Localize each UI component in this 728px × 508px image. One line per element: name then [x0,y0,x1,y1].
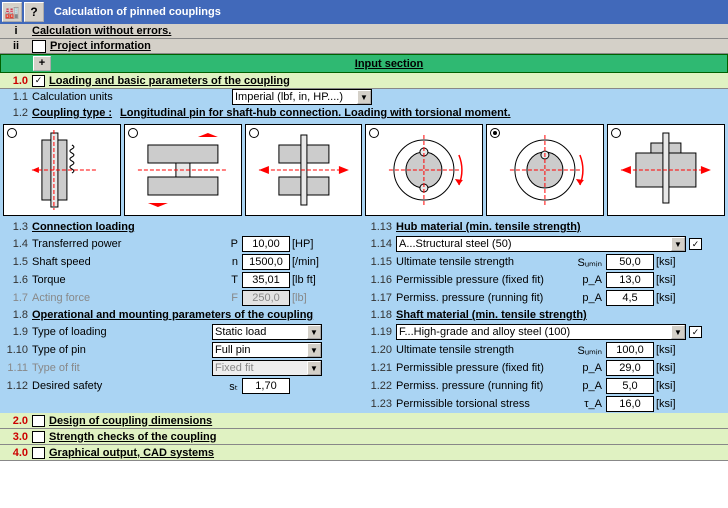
section-1-check[interactable]: ✓ [32,75,45,87]
coupling-type-1[interactable] [3,124,121,216]
project-info-check[interactable] [32,40,46,53]
shaft-tau-input[interactable]: 16,0 [606,396,654,412]
project-info-label: Project information [50,40,151,52]
row-1-6: 1.6TorqueT35,01[lb ft] [0,271,364,289]
coupling-type-5[interactable] [486,124,604,216]
section-2-check[interactable] [32,415,45,427]
row-1-11: 1.11Type of fitFixed fit▼ [0,359,364,377]
row-1-14: 1.14A...Structural steel (50)▼✓ [364,235,728,253]
chevron-down-icon: ▼ [307,361,321,375]
coupling-type-2[interactable] [124,124,242,216]
hub-pf-input[interactable]: 13,0 [606,272,654,288]
row-1-22: 1.22Permiss. pressure (running fit)p_A5,… [364,377,728,395]
coupling-type-4[interactable] [365,124,483,216]
row-1-9: 1.9Type of loadingStatic load▼ [0,323,364,341]
row-1-15: 1.15Ultimate tensile strengthSᵤₘᵢₙ50,0[k… [364,253,728,271]
section-3-header[interactable]: 3.0 Strength checks of the coupling [0,429,728,445]
chevron-down-icon: ▼ [357,90,371,104]
hub-material-check[interactable]: ✓ [689,238,702,250]
chevron-down-icon: ▼ [307,325,321,339]
shaft-uts-input[interactable]: 100,0 [606,342,654,358]
safety-input[interactable]: 1,70 [242,378,290,394]
titlebar: 🏭 ? Calculation of pinned couplings [0,0,728,24]
fit-type-dropdown: Fixed fit▼ [212,360,322,376]
power-input[interactable]: 10,00 [242,236,290,252]
chevron-down-icon: ▼ [671,325,685,339]
app-icon[interactable]: 🏭 [2,2,22,22]
title: Calculation of pinned couplings [54,6,221,18]
hub-material-dropdown[interactable]: A...Structural steel (50)▼ [396,236,686,252]
loading-type-dropdown[interactable]: Static load▼ [212,324,322,340]
section-4-header[interactable]: 4.0 Graphical output, CAD systems [0,445,728,461]
radio-1[interactable] [7,128,17,138]
status-row-i: i Calculation without errors. [0,24,728,39]
coupling-type-diagrams [0,121,728,219]
shaft-pf-input[interactable]: 29,0 [606,360,654,376]
shaft-material-dropdown[interactable]: F...High-grade and alloy steel (100)▼ [396,324,686,340]
row-1-7: 1.7Acting forceF250,0[lb] [0,289,364,307]
status-row-ii: ii Project information [0,39,728,54]
radio-3[interactable] [249,128,259,138]
input-section-header: + Input section [0,54,728,73]
pin-type-dropdown[interactable]: Full pin▼ [212,342,322,358]
row-1-10: 1.10Type of pinFull pin▼ [0,341,364,359]
row-1-1: 1.1 Calculation units Imperial (lbf, in,… [0,89,728,105]
status-text: Calculation without errors. [32,25,171,37]
chevron-down-icon: ▼ [307,343,321,357]
row-1-2: 1.2 Coupling type : Longitudinal pin for… [0,105,728,121]
row-1-20: 1.20Ultimate tensile strengthSᵤₘᵢₙ100,0[… [364,341,728,359]
row-1-23: 1.23Permissible torsional stressτ_A16,0[… [364,395,728,413]
expand-button[interactable]: + [33,56,51,71]
row-1-21: 1.21Permissible pressure (fixed fit)p_A2… [364,359,728,377]
coupling-type-3[interactable] [245,124,363,216]
row-1-16: 1.16Permissible pressure (fixed fit)p_A1… [364,271,728,289]
section-4-check[interactable] [32,447,45,459]
help-icon[interactable]: ? [24,2,44,22]
row-1-4: 1.4Transferred powerP10,00[HP] [0,235,364,253]
force-input: 250,0 [242,290,290,306]
row-1-5: 1.5Shaft speedn1500,0[/min] [0,253,364,271]
section-1-header: 1.0 ✓ Loading and basic parameters of th… [0,73,728,89]
torque-input[interactable]: 35,01 [242,272,290,288]
row-1-17: 1.17Permiss. pressure (running fit)p_A4,… [364,289,728,307]
section-3-check[interactable] [32,431,45,443]
chevron-down-icon: ▼ [671,237,685,251]
row-1-12: 1.12Desired safetysₜ1,70 [0,377,364,395]
row-1-19: 1.19F...High-grade and alloy steel (100)… [364,323,728,341]
shaft-material-check[interactable]: ✓ [689,326,702,338]
speed-input[interactable]: 1500,0 [242,254,290,270]
section-2-header[interactable]: 2.0 Design of coupling dimensions [0,413,728,429]
hub-uts-input[interactable]: 50,0 [606,254,654,270]
shaft-pr-input[interactable]: 5,0 [606,378,654,394]
radio-2[interactable] [128,128,138,138]
coupling-type-6[interactable] [607,124,725,216]
hub-pr-input[interactable]: 4,5 [606,290,654,306]
units-dropdown[interactable]: Imperial (lbf, in, HP....)▼ [232,89,372,105]
